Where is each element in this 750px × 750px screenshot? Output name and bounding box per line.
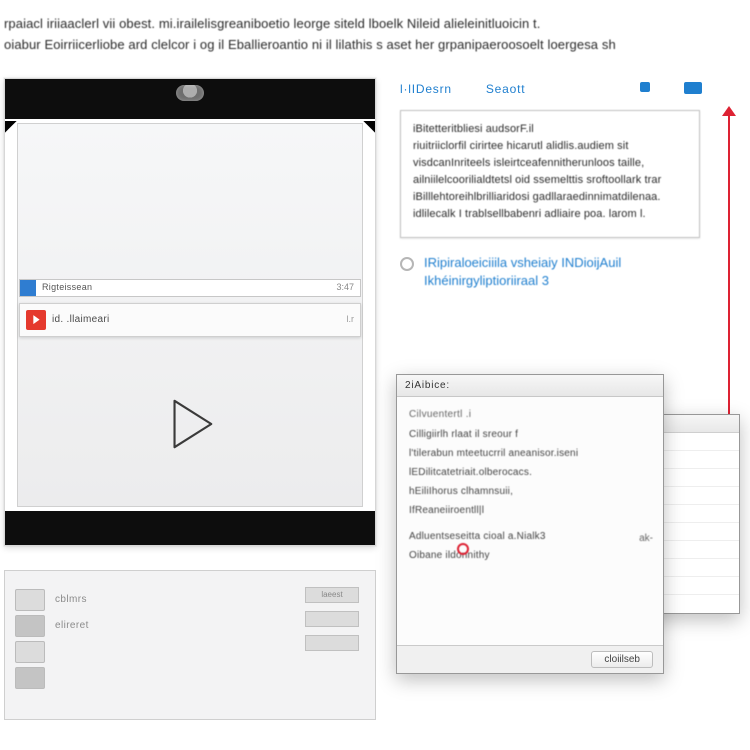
intro-paragraph: rpaiacl iriiaaclerl vii obest. mi.iraile… xyxy=(4,14,730,56)
description-line: idlilecalk I trablsellbabenri adliaire p… xyxy=(413,206,687,223)
media-item-bar[interactable]: id. .llaimeari l.r xyxy=(19,303,361,337)
dialog-item[interactable]: Oibane ildonnithy xyxy=(409,548,651,564)
description-line: iBitetteritbliesi audsorF.il xyxy=(413,121,687,138)
dialog-corner-label: ak- xyxy=(639,531,653,547)
list-item[interactable] xyxy=(15,665,365,691)
dialog-body: Cilvuentertl .i Cilligiirlh rlaat il sre… xyxy=(397,397,663,645)
tab-bar: l·lIDesrn Seaott xyxy=(400,82,702,96)
highlight-circle-icon xyxy=(457,543,469,555)
dialog-window[interactable]: 2iAibice: Cilvuentertl .i Cilligiirlh rl… xyxy=(396,374,664,674)
thumbnail-icon xyxy=(15,641,45,663)
webcam-icon xyxy=(176,85,204,101)
radio-icon[interactable] xyxy=(400,257,414,271)
list-item-label: elireret xyxy=(55,620,89,631)
toolbar-icon[interactable] xyxy=(684,82,702,94)
tab-description[interactable]: l·lIDesrn xyxy=(400,82,452,96)
attachments-card: cblmrs elireret laeest xyxy=(4,570,376,720)
video-player[interactable]: Rigteissean 3:47 id. .llaimeari l.r xyxy=(4,78,376,546)
source-link-line1: IRipiraloeiciiila vsheiaiy INDioijAuil xyxy=(424,255,621,270)
media-item-right: l.r xyxy=(347,314,355,324)
media-item-label: id. .llaimeari xyxy=(52,314,110,325)
description-box: iBitetteritbliesi audsorF.il riuitriiclo… xyxy=(400,110,700,238)
dialog-item[interactable]: lEDilitcatetriait.olberocacs. xyxy=(409,465,651,481)
close-button[interactable]: cloiilseb xyxy=(591,651,653,668)
description-line: iBilllehtoreihlbrilliaridosi gadllaraedi… xyxy=(413,189,687,206)
list-item-label: cblmrs xyxy=(55,594,87,605)
seek-label: Rigteissean xyxy=(42,282,92,292)
dialog-footer: cloiilseb xyxy=(397,645,663,673)
badge xyxy=(305,635,359,651)
description-line: visdcanInriteels isleirtceafennitherunlo… xyxy=(413,155,687,172)
source-link[interactable]: IRipiraloeiciiila vsheiaiy INDioijAuil I… xyxy=(424,254,621,290)
dialog-title: 2iAibice: xyxy=(405,380,450,391)
seek-progress xyxy=(20,280,36,296)
badge: laeest xyxy=(305,587,359,603)
dialog-item[interactable]: Cilligiirlh rlaat il sreour f xyxy=(409,427,651,443)
dialog-section-label: Adluentseseitta cioal a.Nialk3 xyxy=(409,529,651,545)
thumbnail-icon xyxy=(15,615,45,637)
media-badge-icon xyxy=(26,310,46,330)
dialog-item[interactable]: l'tilerabun mteetucrril aneanisor.iseni xyxy=(409,446,651,462)
play-icon[interactable] xyxy=(161,395,219,453)
badge xyxy=(305,611,359,627)
seek-track[interactable]: Rigteissean 3:47 xyxy=(19,279,361,297)
seek-time: 3:47 xyxy=(336,282,354,292)
video-bracket-right xyxy=(363,121,375,133)
source-link-line2: Ikhéinirgyliptioriiraal 3 xyxy=(424,272,621,290)
dialog-titlebar[interactable]: 2iAibice: xyxy=(397,375,663,397)
thumbnail-icon xyxy=(15,589,45,611)
thumbnail-icon xyxy=(15,667,45,689)
intro-line-2: oiabur Eoirriicerliobe ard clelcor i og … xyxy=(4,35,730,56)
arrow-up-icon xyxy=(722,106,736,116)
dialog-item[interactable]: hEiliIhorus clhamnsuii, xyxy=(409,484,651,500)
video-top-bar xyxy=(5,79,375,119)
description-line: riuitriiclorfil cirirtee hicarutl alidli… xyxy=(413,138,687,155)
tab-secondary[interactable]: Seaott xyxy=(486,82,526,96)
video-bracket-left xyxy=(5,121,17,133)
description-line: ailniilelcoorilialdtetsl oid ssemelttis … xyxy=(413,172,687,189)
intro-line-1: rpaiacl iriiaaclerl vii obest. mi.iraile… xyxy=(4,14,730,35)
toolbar-icon[interactable] xyxy=(640,82,650,92)
dialog-item[interactable]: IfReaneiiroentll|l xyxy=(409,503,651,519)
dialog-heading: Cilvuentertl .i xyxy=(409,407,651,423)
video-bottom-bar xyxy=(5,511,375,545)
